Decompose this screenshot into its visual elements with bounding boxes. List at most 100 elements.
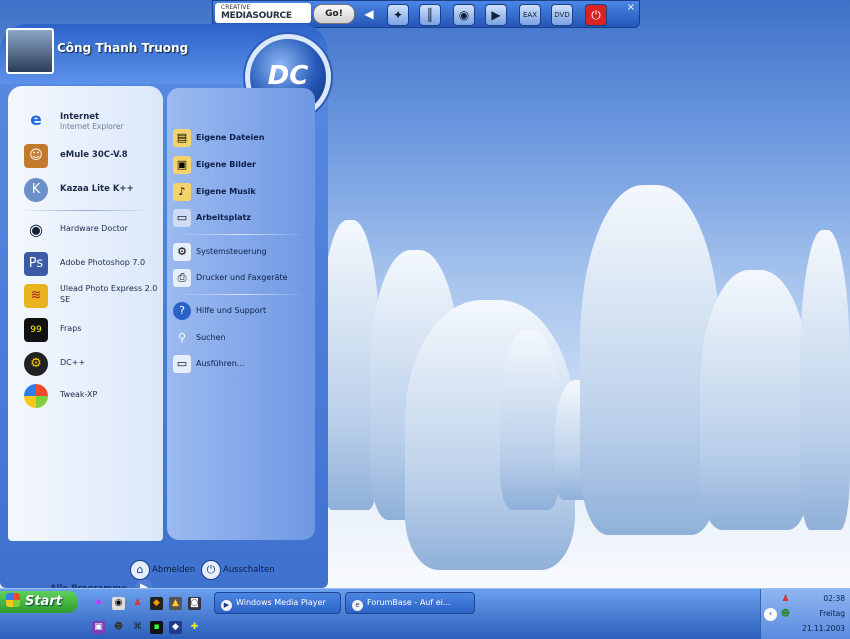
quicklaunch-user-icon[interactable]: ♟ [131, 597, 144, 610]
place-item-help[interactable]: ? Hilfe und Support [167, 301, 312, 321]
close-icon[interactable]: × [627, 2, 635, 13]
quicklaunch-eye-icon[interactable]: ◉ [112, 597, 125, 610]
task-label: Windows Media Player [236, 598, 326, 607]
program-sublabel: Internet Explorer [60, 122, 124, 131]
ie-icon: e [352, 600, 363, 611]
wallpaper-snow-tree [800, 230, 850, 530]
separator [18, 210, 153, 211]
place-item-my-computer[interactable]: ▭ Arbeitsplatz [167, 208, 312, 228]
quicklaunch-app-icon[interactable]: ◆ [150, 597, 163, 610]
quicklaunch-driver-icon[interactable]: ☻ [112, 621, 125, 634]
power-icon[interactable]: ⏻ [585, 4, 607, 26]
program-item-ulead[interactable]: ≋ Ulead Photo Express 2.0 SE [8, 282, 158, 314]
taskbar: Start ♠ ◉ ♟ ◆ ▲ ◙ ▣ ☻ ⌘ ▪ ◆ ✚ ▶ Windows M… [0, 588, 850, 639]
folder-music-icon: ♪ [173, 183, 191, 201]
program-label: eMule 30C-V.8 [60, 150, 128, 160]
folder-pictures-icon: ▣ [173, 156, 191, 174]
program-label: DC++ [60, 358, 86, 367]
go-button[interactable]: Go! [313, 4, 355, 24]
place-label: Drucker und Faxgeräte [196, 273, 288, 282]
logoff-icon: ⌂ [130, 560, 150, 580]
start-menu: Công Thanh Truong DC e Internet Internet… [0, 24, 331, 597]
program-item-emule[interactable]: ☺ eMule 30C-V.8 [8, 142, 158, 170]
media-source-brand-top: CREATIVE [221, 4, 251, 11]
shutdown-label: Ausschalten [223, 565, 275, 575]
clock-time[interactable]: 02:38 [823, 594, 845, 603]
eax-icon[interactable]: EAX [519, 4, 541, 26]
start-label: Start [25, 594, 62, 609]
place-item-run[interactable]: ▭ Ausführen... [167, 354, 312, 374]
program-label: Tweak-XP [60, 390, 98, 399]
run-icon: ▭ [173, 355, 191, 373]
place-item-printers[interactable]: ⎙ Drucker und Faxgeräte [167, 268, 312, 288]
skin-icon[interactable]: ✦ [387, 4, 409, 26]
ie-icon: e [30, 110, 42, 130]
equalizer-icon[interactable]: ║ [419, 4, 441, 26]
media-source-brand-main: MEDIASOURCE [221, 11, 292, 21]
printer-icon: ⎙ [173, 269, 191, 287]
start-button[interactable]: Start [0, 591, 78, 613]
tray-app-icon[interactable]: ♟ [779, 593, 792, 606]
chevron-left-icon[interactable]: ‹ [764, 608, 777, 621]
fraps-icon: 99 [24, 318, 48, 342]
quicklaunch-app2-icon[interactable]: ▣ [92, 621, 105, 634]
tweakxp-icon [24, 384, 48, 408]
programs-panel: e Internet Internet Explorer ☺ eMule 30C… [8, 86, 163, 597]
dc-logo-text: DC [267, 61, 309, 91]
place-label: Eigene Musik [196, 187, 256, 196]
place-item-search[interactable]: ⚲ Suchen [167, 328, 312, 348]
wallpaper-snow-tree [700, 270, 810, 530]
place-label: Arbeitsplatz [196, 213, 251, 222]
quicklaunch-network-icon[interactable]: ⌘ [131, 621, 144, 634]
program-item-fraps[interactable]: 99 Fraps [8, 316, 158, 344]
clock-day: Freitag [819, 609, 845, 618]
control-panel-icon: ⚙ [173, 243, 191, 261]
play-icon[interactable]: ▶ [485, 4, 507, 26]
program-label: Adobe Photoshop 7.0 [60, 258, 146, 267]
computer-icon: ▭ [173, 209, 191, 227]
dvd-icon[interactable]: DVD [551, 4, 573, 26]
wallpaper-snow-tree [580, 185, 720, 535]
folder-icon: ▤ [173, 129, 191, 147]
quicklaunch-game-icon[interactable]: ▲ [169, 597, 182, 610]
quicklaunch-tool-icon[interactable]: ✚ [188, 621, 201, 634]
search-icon: ⚲ [177, 331, 187, 344]
task-windows-media-player[interactable]: ▶ Windows Media Player [214, 592, 341, 614]
avatar[interactable] [6, 28, 54, 74]
program-item-photoshop[interactable]: Ps Adobe Photoshop 7.0 [8, 250, 158, 278]
quicklaunch-media-icon[interactable]: ◙ [188, 597, 201, 610]
place-item-my-music[interactable]: ♪ Eigene Musik [167, 182, 312, 202]
program-item-dcpp[interactable]: ⚙ DC++ [8, 350, 158, 378]
quicklaunch-console-icon[interactable]: ▪ [150, 621, 163, 634]
separator [175, 234, 305, 235]
place-item-control-panel[interactable]: ⚙ Systemsteuerung [167, 242, 312, 262]
program-item-internet[interactable]: e Internet Internet Explorer [8, 106, 158, 134]
power-icon: ⏻ [201, 560, 221, 580]
quicklaunch-diamond-icon[interactable]: ◆ [169, 621, 182, 634]
back-icon[interactable]: ◀ [359, 4, 379, 24]
system-tray: ♟ ‹ ☻ 02:38 Freitag 21.11.2003 [760, 589, 850, 639]
program-label: Kazaa Lite K++ [60, 184, 134, 194]
place-item-my-pictures[interactable]: ▣ Eigene Bilder [167, 155, 312, 175]
program-item-tweakxp[interactable]: Tweak-XP [8, 382, 158, 410]
media-source-logo: CREATIVE MEDIASOURCE [215, 3, 311, 23]
task-forumbase[interactable]: e ForumBase - Auf ei... [345, 592, 475, 614]
program-label: Internet [60, 112, 100, 122]
logoff-label: Abmelden [152, 565, 196, 575]
wallpaper-snow-tree [500, 330, 560, 510]
tray-user-icon[interactable]: ☻ [779, 608, 792, 621]
windows-flag-icon [6, 593, 20, 607]
place-label: Systemsteuerung [196, 247, 267, 256]
program-item-hardware-doctor[interactable]: ◉ Hardware Doctor [8, 216, 158, 244]
disc-icon[interactable]: ◉ [453, 4, 475, 26]
place-item-my-documents[interactable]: ▤ Eigene Dateien [167, 128, 312, 148]
help-icon: ? [173, 302, 191, 320]
kazaa-icon: K [24, 178, 48, 202]
ulead-icon: ≋ [24, 284, 48, 308]
place-label: Hilfe und Support [196, 306, 267, 315]
program-item-kazaa[interactable]: K Kazaa Lite K++ [8, 176, 158, 204]
quicklaunch-palm-icon[interactable]: ♠ [92, 597, 105, 610]
place-label: Eigene Dateien [196, 133, 265, 142]
separator [175, 294, 305, 295]
places-panel: ▤ Eigene Dateien ▣ Eigene Bilder ♪ Eigen… [167, 88, 315, 540]
